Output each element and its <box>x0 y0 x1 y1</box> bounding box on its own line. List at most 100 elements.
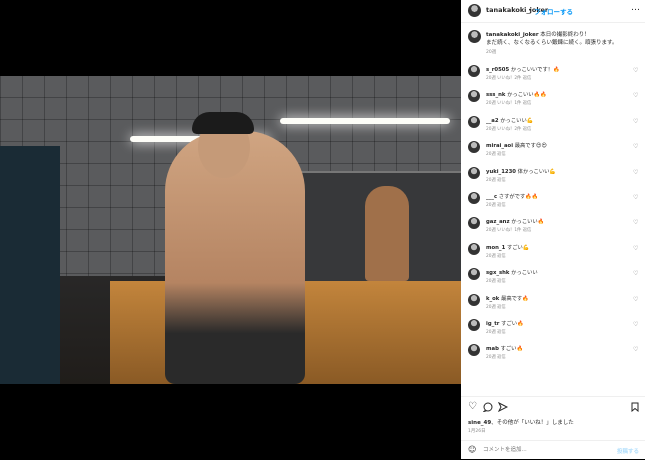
post-header: tanakakoki_joker • フォローする … <box>461 0 645 23</box>
avatar[interactable] <box>468 141 480 154</box>
comment-body: s_r0505 かっこいいです！🔥 <box>486 65 560 73</box>
post-sidebar: tanakakoki_joker • フォローする … tanakakoki_j… <box>461 0 645 459</box>
comment-like-icon[interactable]: ♡ <box>633 245 638 252</box>
comment-text: 最高です😍😍 <box>514 143 547 150</box>
comment-username[interactable]: mon_1 <box>486 245 505 251</box>
comment-like-icon[interactable]: ♡ <box>633 118 638 125</box>
comment-meta: 20週 いいね！2件 返信 <box>486 76 532 81</box>
avatar[interactable] <box>468 65 480 77</box>
comment-row: ___c さすがです🔥🔥 20週 返信 ♡ <box>461 189 645 214</box>
post-button[interactable]: 投稿する <box>617 447 639 455</box>
comment-username[interactable]: ig_tr <box>486 321 499 327</box>
comment-username[interactable]: sgx_shk <box>486 270 509 276</box>
comment-input[interactable] <box>483 445 603 455</box>
comment-username[interactable]: s_r0505 <box>486 67 509 73</box>
comment-body: ___c さすがです🔥🔥 <box>486 192 538 200</box>
comment-meta: 20週 返信 <box>486 152 506 158</box>
comment-username[interactable]: sss_nk <box>486 92 505 98</box>
comment-text: かっこいい💪 <box>500 117 534 124</box>
avatar[interactable] <box>468 242 480 255</box>
comment-meta: 20週 返信 <box>486 279 506 285</box>
post-date: 1月26日 <box>468 429 486 434</box>
heart-icon[interactable]: ♡ <box>468 402 477 412</box>
comment-body: mirai_aoi 最高です😍😍 <box>486 141 547 149</box>
mirror-reflection <box>365 186 409 281</box>
comment-like-icon[interactable]: ♡ <box>633 194 638 201</box>
comment-text: すごい🔥 <box>500 346 524 353</box>
comment-body: mab すごい🔥 <box>486 344 523 352</box>
comment-username[interactable]: ___c <box>486 194 497 200</box>
follow-button[interactable]: フォローする <box>534 6 573 16</box>
liker-username[interactable]: sine_49 <box>468 420 491 426</box>
comment-username[interactable]: gaz_anz <box>486 219 510 225</box>
comment-icon[interactable] <box>483 402 493 412</box>
avatar[interactable] <box>468 268 480 281</box>
avatar[interactable] <box>468 217 480 230</box>
bookmark-icon[interactable] <box>631 402 639 412</box>
comment-text: さすがです🔥🔥 <box>498 193 539 200</box>
comment-like-icon[interactable]: ♡ <box>633 143 638 150</box>
comment-like-icon[interactable]: ♡ <box>633 67 638 74</box>
more-options-icon[interactable]: … <box>631 3 640 13</box>
comment-row: yuki_1230 体かっこいい💪 20週 返信 ♡ <box>461 164 645 189</box>
comment-username[interactable]: __a2 <box>486 118 499 124</box>
comment-like-icon[interactable]: ♡ <box>633 169 638 176</box>
avatar[interactable] <box>468 191 480 204</box>
caption-timestamp: 20週 <box>486 50 497 55</box>
comment-like-icon[interactable]: ♡ <box>633 92 638 99</box>
ceiling-light <box>280 118 450 124</box>
comment-row: gaz_anz かっこいい🔥 20週 いいね！1件 返信 ♡ <box>461 214 645 239</box>
comment-row: s_r0505 かっこいいです！🔥 20週 いいね！2件 返信 ♡ <box>461 62 645 87</box>
avatar[interactable] <box>468 4 481 17</box>
comment-text: すごい💪 <box>506 244 530 251</box>
comment-row: sss_nk かっこいい🔥🔥 20週 いいね！1件 返信 ♡ <box>461 87 645 112</box>
comment-meta: 20週 返信 <box>486 329 506 335</box>
comment-like-icon[interactable]: ♡ <box>633 346 638 353</box>
photo-pane <box>0 0 461 459</box>
comment-body: sss_nk かっこいい🔥🔥 <box>486 90 547 98</box>
comment-body: yuki_1230 体かっこいい💪 <box>486 167 556 175</box>
comment-meta: 20週 返信 <box>486 304 506 310</box>
locker <box>0 146 60 384</box>
comment-body: gaz_anz かっこいい🔥 <box>486 217 544 225</box>
comment-row: mirai_aoi 最高です😍😍 20週 返信 ♡ <box>461 138 645 163</box>
caption: tanakakoki_joker 本日の撮影終わり！ まだ続く、なくなるくらい鍛… <box>461 27 645 61</box>
comment-row: sgx_shk かっこいい 20週 返信 ♡ <box>461 265 645 290</box>
comment-meta: 20週 返信 <box>486 177 506 183</box>
comment-body: __a2 かっこいい💪 <box>486 116 533 124</box>
comment-body: ig_tr すごい🔥 <box>486 319 524 327</box>
comment-like-icon[interactable]: ♡ <box>633 296 638 303</box>
comment-body: sgx_shk かっこいい <box>486 268 538 276</box>
comment-username[interactable]: k_ok <box>486 296 499 302</box>
likes-summary: sine_49、その他が「いいね！」しました <box>468 418 574 426</box>
avatar[interactable] <box>468 115 480 128</box>
comment-row: __a2 かっこいい💪 20週 いいね！2件 返信 ♡ <box>461 113 645 138</box>
avatar[interactable] <box>468 30 481 43</box>
comment-text: すごい🔥 <box>501 320 524 327</box>
comment-row: mab すごい🔥 20週 返信 ♡ <box>461 341 645 366</box>
comment-text: かっこいい <box>511 270 538 277</box>
comment-body: k_ok 最高です🔥 <box>486 294 529 302</box>
avatar[interactable] <box>468 166 480 179</box>
share-icon[interactable] <box>498 402 508 412</box>
emoji-icon[interactable]: ☺ <box>468 446 476 454</box>
comment-row: mon_1 すごい💪 20週 返信 ♡ <box>461 240 645 265</box>
comment-username[interactable]: mirai_aoi <box>486 143 513 149</box>
comment-row: k_ok 最高です🔥 20週 返信 ♡ <box>461 291 645 316</box>
comment-text: かっこいいです！🔥 <box>510 67 560 73</box>
avatar[interactable] <box>468 318 480 331</box>
person-hair <box>192 112 254 134</box>
comment-username[interactable]: yuki_1230 <box>486 169 516 175</box>
comment-bar: ☺ 投稿する <box>461 440 645 460</box>
action-bar: ♡ <box>461 396 645 415</box>
comment-username[interactable]: mab <box>486 346 499 352</box>
avatar[interactable] <box>468 293 480 306</box>
avatar[interactable] <box>468 90 480 103</box>
avatar[interactable] <box>468 344 480 357</box>
post-photo[interactable] <box>0 76 461 384</box>
comment-text: 最高です🔥 <box>501 295 529 302</box>
comment-meta: 20週 返信 <box>486 202 506 208</box>
comment-like-icon[interactable]: ♡ <box>633 270 638 277</box>
comment-like-icon[interactable]: ♡ <box>633 321 638 328</box>
comment-like-icon[interactable]: ♡ <box>633 219 638 226</box>
